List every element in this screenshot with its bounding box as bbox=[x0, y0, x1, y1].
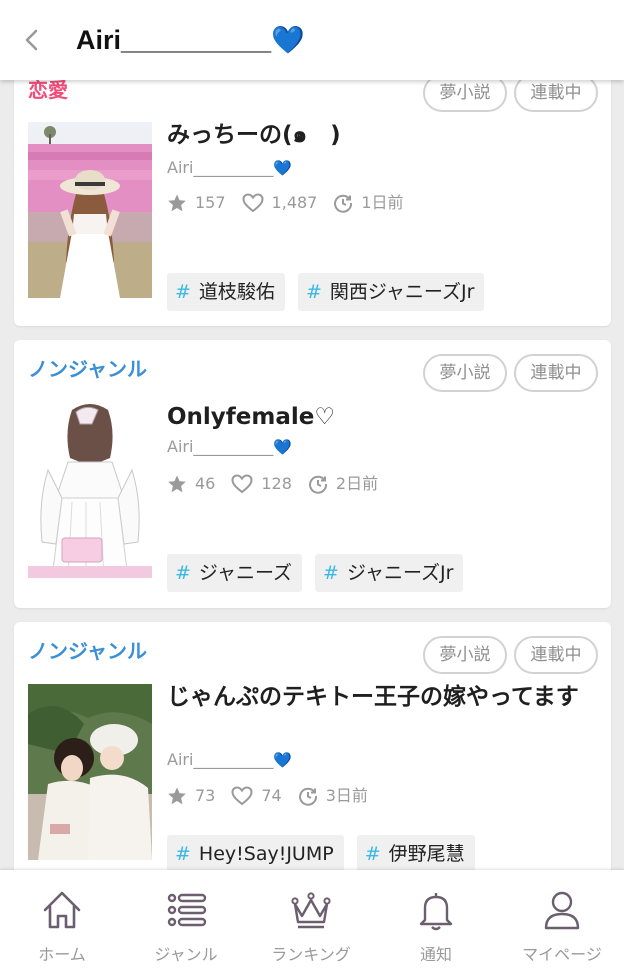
genre-label: ノンジャンル bbox=[28, 639, 147, 663]
list-icon bbox=[167, 893, 207, 927]
nav-label: ランキング bbox=[271, 945, 351, 964]
like-count: 74 bbox=[231, 784, 282, 808]
tag-label: ジャニーズ bbox=[198, 562, 293, 584]
hash-icon: # bbox=[175, 843, 191, 865]
page-title: Airi__________💙 bbox=[76, 25, 305, 55]
nav-label: 通知 bbox=[419, 945, 452, 964]
story-stats: 157 1,487 1日前 bbox=[167, 191, 420, 215]
dream-novel-badge: 夢小説 bbox=[423, 636, 507, 674]
bottom-navigation: ホーム ジャンル ランキング 通知 マイページ bbox=[0, 870, 624, 978]
like-count-value: 128 bbox=[261, 474, 292, 493]
story-thumbnail[interactable] bbox=[28, 684, 152, 860]
star-count-value: 157 bbox=[195, 193, 226, 212]
update-time: 1日前 bbox=[333, 191, 404, 215]
nav-mypage[interactable]: マイページ bbox=[500, 870, 624, 978]
star-count: 46 bbox=[167, 472, 215, 496]
serializing-badge: 連載中 bbox=[514, 636, 598, 674]
author-name[interactable]: Airi__________💙 bbox=[167, 749, 292, 771]
update-clock-icon bbox=[298, 787, 317, 806]
hash-icon: # bbox=[175, 281, 191, 303]
update-clock-icon bbox=[334, 194, 353, 213]
tag-list: # Hey!Say!JUMP # 伊野尾慧 bbox=[167, 835, 488, 870]
update-clock-icon bbox=[308, 475, 327, 494]
like-count-value: 74 bbox=[261, 786, 282, 805]
nav-label: ホーム bbox=[38, 945, 86, 964]
tag-list: # ジャニーズ # ジャニーズJr bbox=[167, 554, 476, 592]
update-time-value: 1日前 bbox=[361, 193, 404, 212]
author-label: Airi__________ bbox=[167, 437, 274, 456]
hash-icon: # bbox=[364, 843, 381, 865]
like-count: 1,487 bbox=[242, 191, 318, 215]
star-icon bbox=[168, 194, 186, 212]
heart-outline-icon bbox=[231, 474, 253, 494]
chevron-left-icon bbox=[25, 29, 38, 51]
story-thumbnail[interactable] bbox=[28, 122, 152, 298]
nav-label: マイページ bbox=[522, 945, 602, 964]
star-count: 73 bbox=[167, 784, 215, 808]
star-icon bbox=[168, 475, 186, 493]
tag-item[interactable]: # ジャニーズJr bbox=[315, 554, 464, 592]
nav-genre[interactable]: ジャンル bbox=[124, 870, 248, 978]
story-title[interactable]: みっちーの(๑ ) bbox=[167, 120, 597, 151]
star-count-value: 73 bbox=[195, 786, 216, 805]
bell-icon bbox=[419, 893, 453, 931]
user-icon bbox=[544, 891, 580, 930]
like-count: 128 bbox=[231, 472, 292, 496]
star-count-value: 46 bbox=[195, 474, 216, 493]
author-name[interactable]: Airi__________💙 bbox=[167, 436, 292, 458]
nav-label: ジャンル bbox=[154, 945, 218, 964]
nav-ranking[interactable]: ランキング bbox=[249, 870, 373, 978]
story-card[interactable]: 恋愛 夢小説 連載中 みっちーの(๑) Airi__________💙 157… bbox=[14, 62, 611, 326]
tag-item[interactable]: # ジャニーズ bbox=[167, 554, 303, 592]
hash-icon: # bbox=[175, 562, 191, 584]
update-time-value: 2日前 bbox=[335, 474, 379, 493]
tag-item[interactable]: # 伊野尾慧 bbox=[356, 835, 475, 870]
tag-label: Hey!Say!JUMP bbox=[198, 843, 334, 865]
update-time-value: 3日前 bbox=[325, 786, 368, 805]
blue-heart-icon: 💙 bbox=[273, 159, 293, 177]
author-name[interactable]: Airi__________💙 bbox=[167, 157, 292, 179]
story-stats: 73 74 3日前 bbox=[167, 784, 384, 808]
author-label: Airi__________ bbox=[167, 750, 274, 769]
tag-item[interactable]: # 道枝駿佑 bbox=[167, 273, 285, 311]
story-feed[interactable]: 恋愛 夢小説 連載中 みっちーの(๑) Airi__________💙 157… bbox=[0, 0, 624, 870]
home-icon bbox=[43, 891, 81, 929]
tag-list: # 道枝駿佑 # 関西ジャニーズJr bbox=[167, 273, 497, 311]
hash-icon: # bbox=[323, 562, 339, 584]
story-title[interactable]: じゃんぷのテキトー王子の嫁やってます bbox=[167, 682, 597, 713]
story-stats: 46 128 2日前 bbox=[167, 472, 394, 496]
back-button[interactable] bbox=[20, 26, 46, 54]
tag-label: 関西ジャニーズJr bbox=[329, 281, 475, 303]
update-time: 3日前 bbox=[298, 784, 368, 808]
heart-outline-icon bbox=[231, 786, 253, 806]
nav-notifications[interactable]: 通知 bbox=[374, 870, 498, 978]
story-card[interactable]: ノンジャンル 夢小説 連載中 Onlyfemale♡ Airi_________… bbox=[14, 340, 611, 608]
like-count-value: 1,487 bbox=[271, 193, 318, 212]
genre-label: ノンジャンル bbox=[28, 357, 147, 381]
story-thumbnail[interactable] bbox=[28, 402, 152, 578]
hash-icon: # bbox=[305, 281, 322, 303]
update-time: 2日前 bbox=[308, 472, 378, 496]
tag-label: 伊野尾慧 bbox=[388, 843, 465, 865]
serializing-badge: 連載中 bbox=[514, 354, 598, 392]
blue-heart-icon: 💙 bbox=[273, 438, 293, 456]
blue-heart-icon: 💙 bbox=[273, 751, 293, 769]
tag-label: 道枝駿佑 bbox=[198, 281, 275, 303]
author-label: Airi__________ bbox=[167, 158, 274, 177]
story-card[interactable]: ノンジャンル 夢小説 連載中 じゃんぷのテキトー王子の嫁やってます Airi__… bbox=[14, 622, 611, 870]
crown-icon bbox=[291, 892, 331, 929]
dream-novel-badge: 夢小説 bbox=[423, 354, 507, 392]
top-app-bar: Airi__________💙 bbox=[0, 0, 624, 80]
tag-label: ジャニーズJr bbox=[346, 562, 454, 584]
genre-label: 恋愛 bbox=[28, 78, 68, 102]
star-icon bbox=[168, 787, 186, 805]
nav-home[interactable]: ホーム bbox=[0, 870, 124, 978]
tag-item[interactable]: # Hey!Say!JUMP bbox=[167, 835, 344, 870]
star-count: 157 bbox=[167, 191, 226, 215]
story-title[interactable]: Onlyfemale♡ bbox=[167, 402, 597, 433]
tag-item[interactable]: # 関西ジャニーズJr bbox=[297, 273, 485, 311]
heart-outline-icon bbox=[242, 193, 264, 213]
